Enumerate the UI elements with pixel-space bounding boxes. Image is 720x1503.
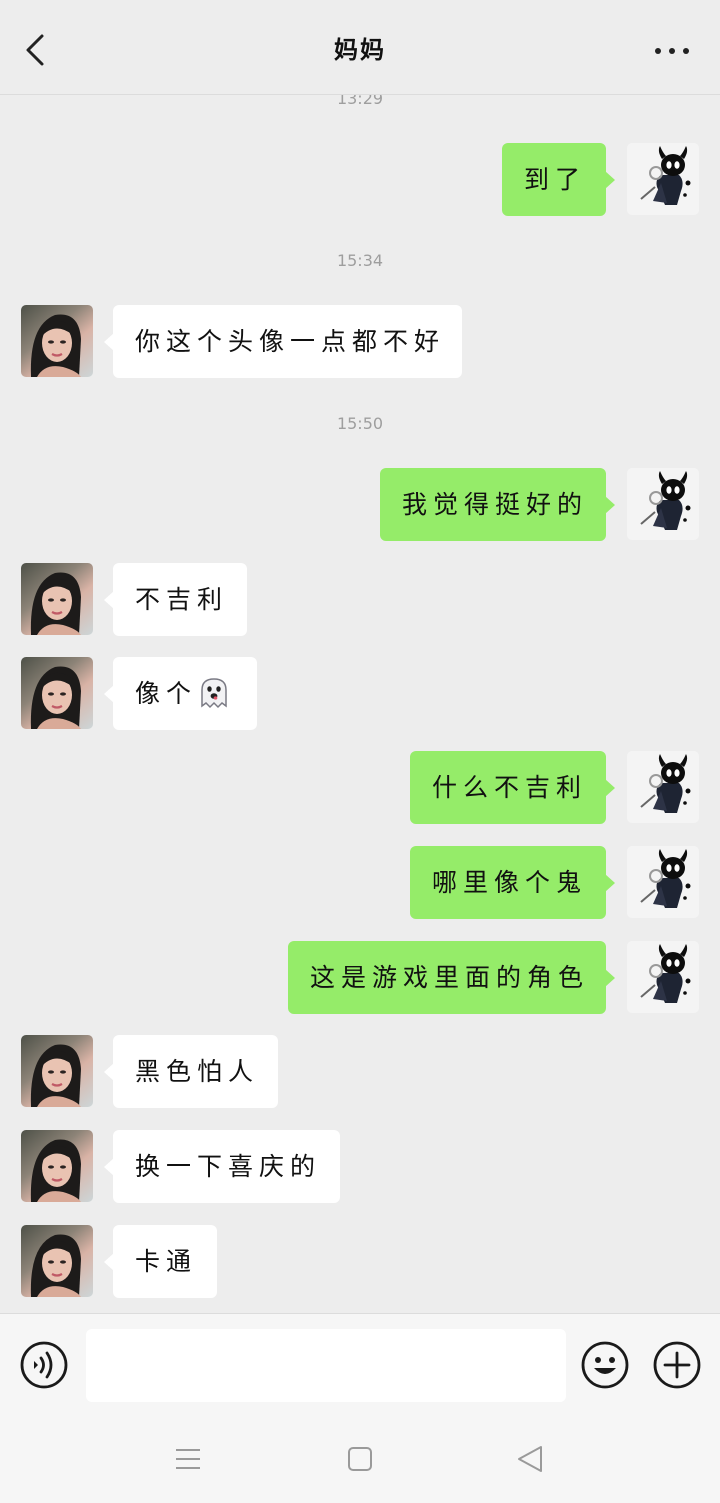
message-bubble-sent[interactable]: 什么不吉利 xyxy=(410,751,615,824)
my-avatar[interactable] xyxy=(627,468,699,540)
portrait-avatar-image xyxy=(30,1139,81,1202)
message-bubble-sent[interactable]: 到了 xyxy=(502,143,615,216)
my-avatar[interactable] xyxy=(627,846,699,918)
mom-avatar[interactable] xyxy=(21,1035,93,1107)
home-icon[interactable] xyxy=(347,1446,373,1472)
hollow-knight-avatar-image xyxy=(640,849,691,908)
message-bubble-received[interactable]: 像个 xyxy=(104,657,257,730)
emoji-icon[interactable] xyxy=(580,1340,630,1390)
message-text: 像个 xyxy=(135,679,198,708)
portrait-avatar-image xyxy=(30,572,81,635)
message-bubble-received[interactable]: 你这个头像一点都不好 xyxy=(104,305,462,378)
message-bubble-received[interactable]: 不吉利 xyxy=(104,563,247,636)
chat-message-list[interactable]: 13:29 到了 15:34 你这个头像一点都不好 15:50 我觉得挺好的 不… xyxy=(0,95,720,1313)
portrait-avatar-image xyxy=(30,314,81,377)
message-bubble-received[interactable]: 卡通 xyxy=(104,1225,217,1298)
chat-header: 妈妈 xyxy=(0,0,720,95)
back-triangle-icon[interactable] xyxy=(516,1444,544,1474)
voice-icon[interactable] xyxy=(19,1340,69,1390)
portrait-avatar-image xyxy=(30,1234,81,1297)
timestamp: 15:50 xyxy=(336,414,384,433)
message-input[interactable] xyxy=(86,1329,566,1402)
timestamp: 13:29 xyxy=(336,95,384,108)
system-navigation-bar xyxy=(0,1415,720,1503)
more-dots-icon[interactable] xyxy=(652,40,692,60)
hollow-knight-avatar-image xyxy=(640,471,691,530)
mom-avatar[interactable] xyxy=(21,1225,93,1297)
hollow-knight-avatar-image xyxy=(640,944,691,1003)
mom-avatar[interactable] xyxy=(21,305,93,377)
my-avatar[interactable] xyxy=(627,143,699,215)
mom-avatar[interactable] xyxy=(21,563,93,635)
portrait-avatar-image xyxy=(30,666,81,729)
chat-title: 妈妈 xyxy=(334,36,386,64)
mom-avatar[interactable] xyxy=(21,1130,93,1202)
message-bubble-received[interactable]: 黑色怕人 xyxy=(104,1035,278,1108)
message-bubble-sent[interactable]: 我觉得挺好的 xyxy=(380,468,615,541)
message-bubble-sent[interactable]: 这是游戏里面的角色 xyxy=(288,941,615,1014)
my-avatar[interactable] xyxy=(627,941,699,1013)
ghost-emoji-icon xyxy=(201,677,227,708)
my-avatar[interactable] xyxy=(627,751,699,823)
portrait-avatar-image xyxy=(30,1044,81,1107)
timestamp: 15:34 xyxy=(336,251,384,270)
plus-icon[interactable] xyxy=(652,1340,702,1390)
message-input-bar xyxy=(0,1313,720,1415)
hollow-knight-avatar-image xyxy=(640,146,691,205)
hollow-knight-avatar-image xyxy=(640,754,691,813)
message-bubble-sent[interactable]: 哪里像个鬼 xyxy=(410,846,615,919)
message-bubble-received[interactable]: 换一下喜庆的 xyxy=(104,1130,340,1203)
mom-avatar[interactable] xyxy=(21,657,93,729)
recent-apps-icon[interactable] xyxy=(174,1445,202,1473)
